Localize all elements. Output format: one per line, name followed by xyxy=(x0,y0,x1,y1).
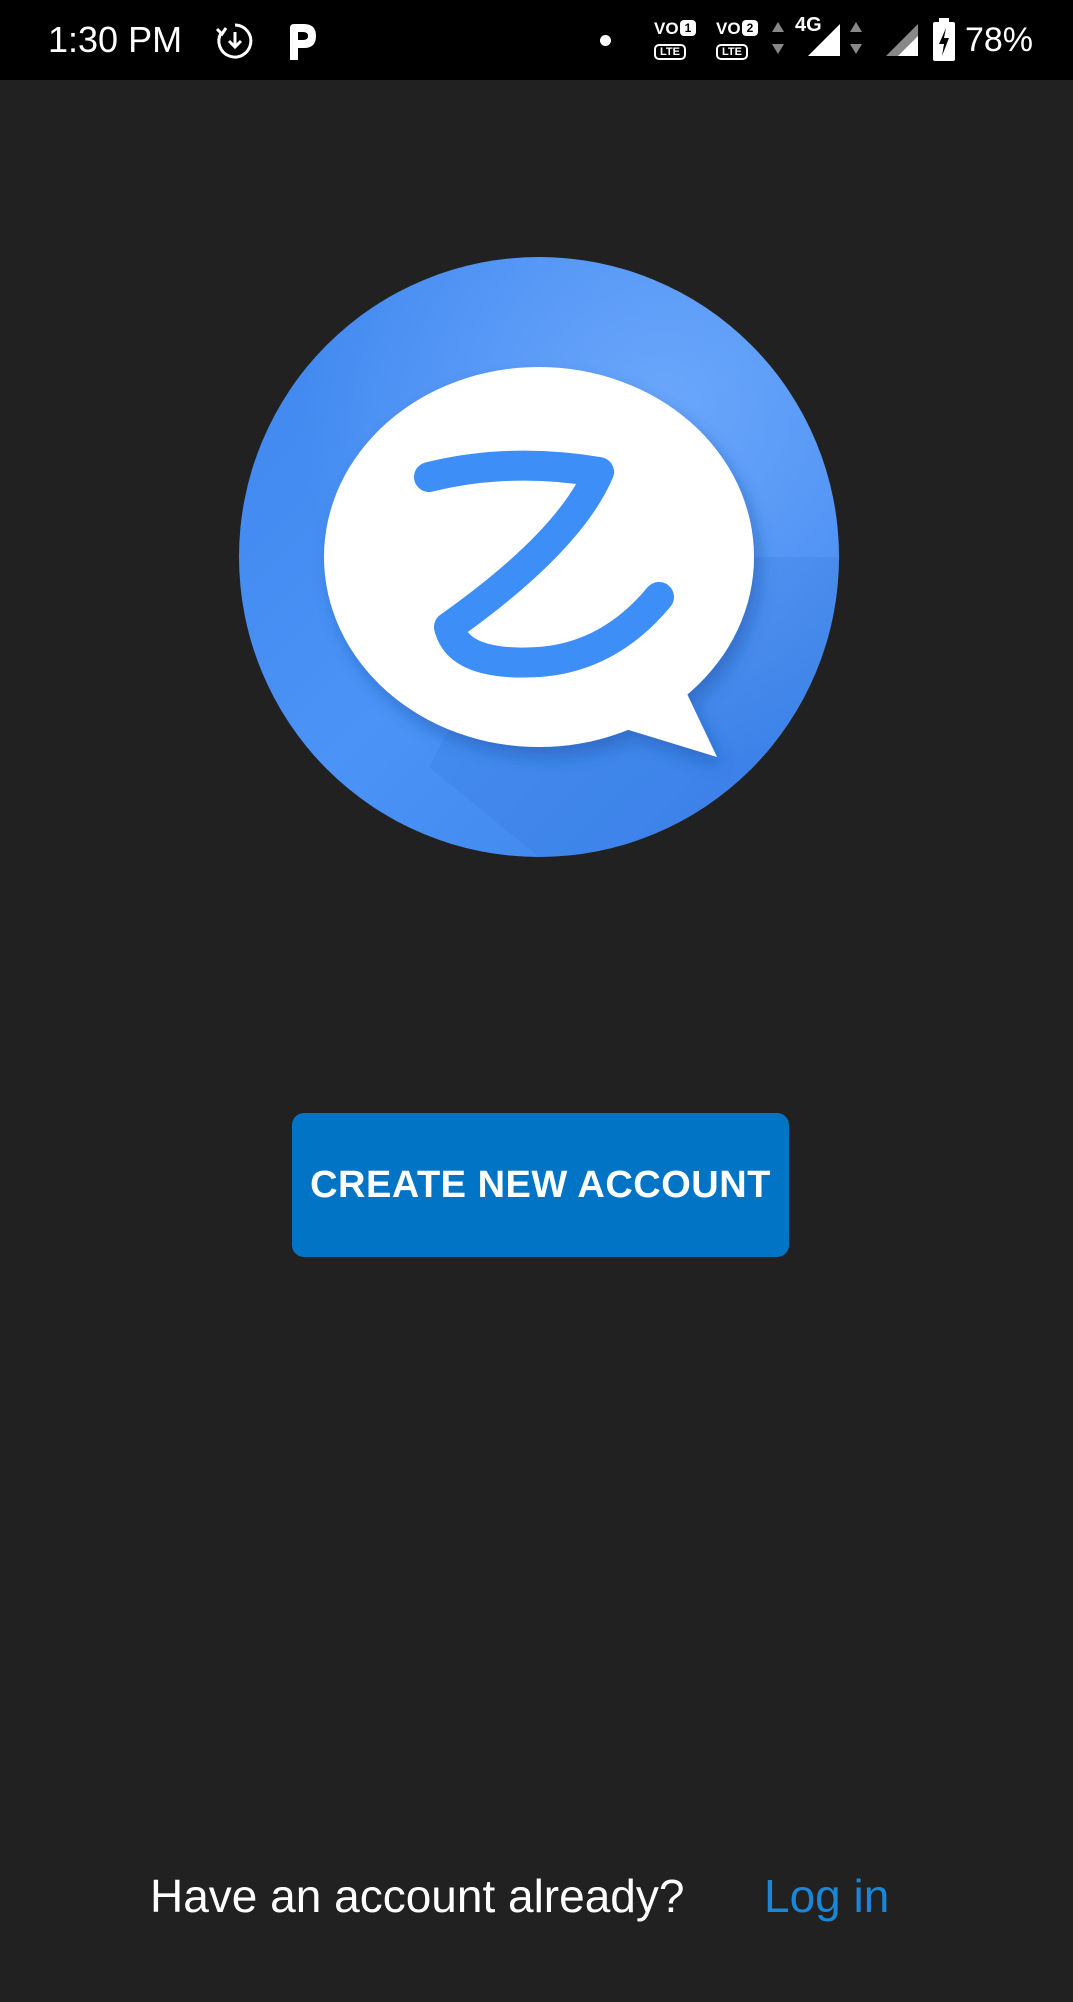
sync-download-icon xyxy=(215,23,253,59)
4g-signal-icon xyxy=(808,24,840,56)
battery-percentage: 78% xyxy=(964,21,1033,59)
volte-1-vo: VO xyxy=(654,19,679,38)
volte-2-icon: VO 2 LTE xyxy=(714,20,758,60)
login-link[interactable]: Log in xyxy=(764,1868,889,1924)
battery-charging-icon xyxy=(933,18,955,61)
status-time: 1:30 PM xyxy=(48,19,183,60)
signal-icon xyxy=(886,24,918,56)
data-activity-icon-2 xyxy=(850,22,862,54)
volte-1-lte: LTE xyxy=(654,44,686,60)
notification-dot-icon xyxy=(600,35,611,46)
app-screen: 1:30 PM VO 1 LTE VO 2 LTE 4G 78% CREATE … xyxy=(0,0,1073,2002)
volte-1-icon: VO 1 LTE xyxy=(652,20,696,60)
volte-1-sim: 1 xyxy=(680,20,696,36)
data-activity-icon xyxy=(772,22,784,54)
volte-2-lte: LTE xyxy=(716,44,748,60)
status-bar: 1:30 PM VO 1 LTE VO 2 LTE 4G 78% xyxy=(0,0,1073,80)
p-app-icon xyxy=(290,24,316,60)
volte-2-sim: 2 xyxy=(742,20,758,36)
volte-2-vo: VO xyxy=(716,19,741,38)
have-account-prompt: Have an account already? xyxy=(150,1870,685,1922)
create-new-account-button[interactable]: CREATE NEW ACCOUNT xyxy=(292,1113,789,1257)
chat-bubble-z-logo-icon xyxy=(239,257,839,857)
